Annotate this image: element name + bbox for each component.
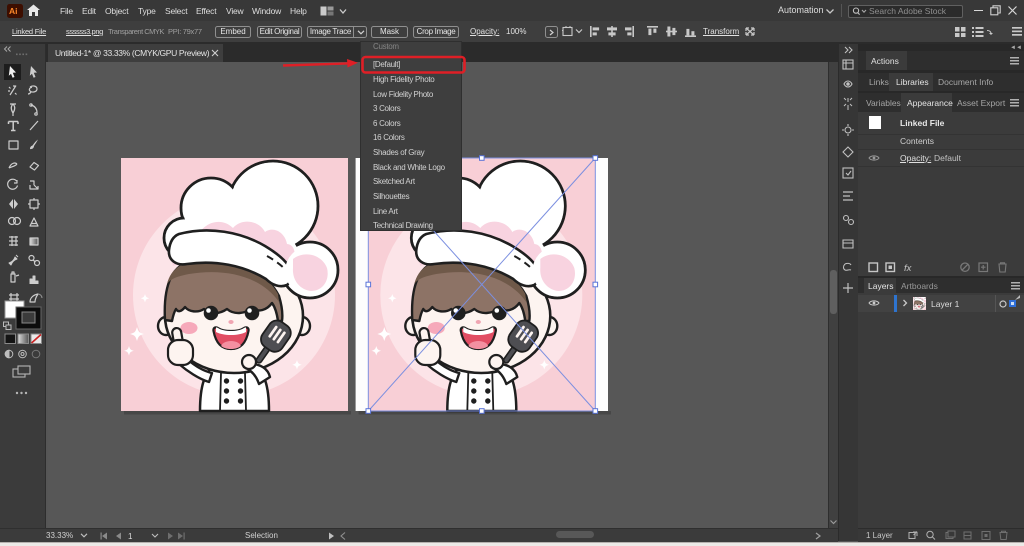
- svg-text:1: 1: [128, 532, 133, 540]
- svg-text:fx: fx: [904, 263, 913, 274]
